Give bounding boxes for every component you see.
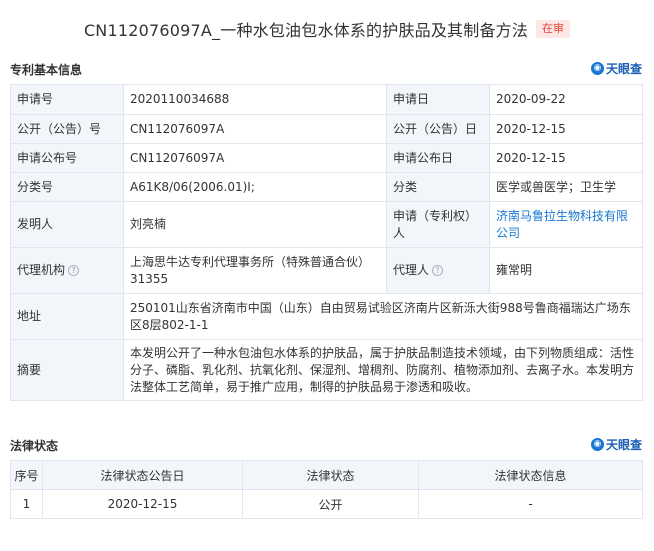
table-row: 公开（公告）号 CN112076097A 公开（公告）日 2020-12-15 xyxy=(10,114,643,144)
field-value: A61K8/06(2006.01)I; xyxy=(123,172,387,202)
field-label: 公开（公告）日 xyxy=(386,114,490,144)
section-title: 专利基本信息 xyxy=(10,63,83,77)
status-date: 2020-12-15 xyxy=(42,489,243,519)
table-row: 1 2020-12-15 公开 - xyxy=(10,489,643,519)
field-value: CN112076097A xyxy=(123,114,387,144)
brand-name: 天眼查 xyxy=(605,62,642,76)
field-label: 申请日 xyxy=(386,84,490,115)
status-badge: 在审 xyxy=(536,20,571,38)
field-label-with-help: 代理机构? xyxy=(10,247,124,294)
field-label: 代理人 xyxy=(393,263,430,277)
table-row: 分类号 A61K8/06(2006.01)I; 分类 医学或兽医学；卫生学 xyxy=(10,172,643,202)
basic-info-header: 专利基本信息 ◉ 天眼查 xyxy=(10,59,642,81)
field-value: 2020-09-22 xyxy=(489,84,643,115)
tianyancha-logo[interactable]: ◉ 天眼查 xyxy=(590,436,642,453)
field-label: 公开（公告）号 xyxy=(10,114,124,144)
status-value: 公开 xyxy=(242,489,419,519)
table-row: 申请号 2020110034688 申请日 2020-09-22 xyxy=(10,84,643,115)
field-label: 分类号 xyxy=(10,172,124,202)
page-title: CN112076097A_一种水包油包水体系的护肤品及其制备方法 xyxy=(83,21,529,40)
field-label: 申请（专利权）人 xyxy=(386,201,490,248)
help-icon[interactable]: ? xyxy=(68,265,80,276)
basic-info-table: 申请号 2020110034688 申请日 2020-09-22 公开（公告）号… xyxy=(10,84,643,401)
field-label: 申请公布日 xyxy=(386,143,490,173)
field-value: 2020-12-15 xyxy=(489,114,643,144)
tianyancha-logo[interactable]: ◉ 天眼查 xyxy=(590,60,642,77)
eye-icon: ◉ xyxy=(590,62,604,75)
row-index: 1 xyxy=(10,489,43,519)
field-value: CN112076097A xyxy=(123,143,387,173)
brand-name: 天眼查 xyxy=(605,438,642,452)
field-label: 分类 xyxy=(386,172,490,202)
column-header: 法律状态公告日 xyxy=(42,460,243,490)
legal-status-header: 法律状态 ◉ 天眼查 xyxy=(10,435,642,457)
applicant-link[interactable]: 济南马鲁拉生物科技有限公司 xyxy=(489,201,643,248)
help-icon[interactable]: ? xyxy=(432,265,444,276)
address-value: 250101山东省济南市中国（山东）自由贸易试验区济南片区新泺大街988号鲁商福… xyxy=(123,293,643,340)
field-label: 摘要 xyxy=(10,339,124,401)
table-header-row: 序号 法律状态公告日 法律状态 法律状态信息 xyxy=(10,460,643,490)
field-label: 发明人 xyxy=(10,201,124,248)
table-row: 地址 250101山东省济南市中国（山东）自由贸易试验区济南片区新泺大街988号… xyxy=(10,293,643,340)
field-value: 雍常明 xyxy=(489,247,643,294)
table-row: 代理机构? 上海思牛达专利代理事务所（特殊普通合伙）31355 代理人? 雍常明 xyxy=(10,247,643,294)
field-value: 2020-12-15 xyxy=(489,143,643,173)
field-value: 刘亮楠 xyxy=(123,201,387,248)
field-label: 代理机构 xyxy=(17,263,66,277)
column-header: 法律状态 xyxy=(242,460,419,490)
page-header: CN112076097A_一种水包油包水体系的护肤品及其制备方法 在审 xyxy=(0,17,654,43)
field-label: 申请公布号 xyxy=(10,143,124,173)
section-title: 法律状态 xyxy=(10,439,59,453)
field-label: 申请号 xyxy=(10,84,124,115)
status-info: - xyxy=(418,489,643,519)
abstract-value: 本发明公开了一种水包油包水体系的护肤品，属于护肤品制造技术领域，由下列物质组成：… xyxy=(123,339,643,401)
column-header: 法律状态信息 xyxy=(418,460,643,490)
table-row: 发明人 刘亮楠 申请（专利权）人 济南马鲁拉生物科技有限公司 xyxy=(10,201,643,248)
field-value: 2020110034688 xyxy=(123,84,387,115)
legal-status-table: 序号 法律状态公告日 法律状态 法律状态信息 1 2020-12-15 公开 - xyxy=(10,460,643,519)
eye-icon: ◉ xyxy=(590,438,604,451)
field-value: 上海思牛达专利代理事务所（特殊普通合伙）31355 xyxy=(123,247,387,294)
table-row: 申请公布号 CN112076097A 申请公布日 2020-12-15 xyxy=(10,143,643,173)
column-header: 序号 xyxy=(10,460,43,490)
table-row: 摘要 本发明公开了一种水包油包水体系的护肤品，属于护肤品制造技术领域，由下列物质… xyxy=(10,339,643,401)
field-label-with-help: 代理人? xyxy=(386,247,490,294)
field-label: 地址 xyxy=(10,293,124,340)
field-value: 医学或兽医学；卫生学 xyxy=(489,172,643,202)
